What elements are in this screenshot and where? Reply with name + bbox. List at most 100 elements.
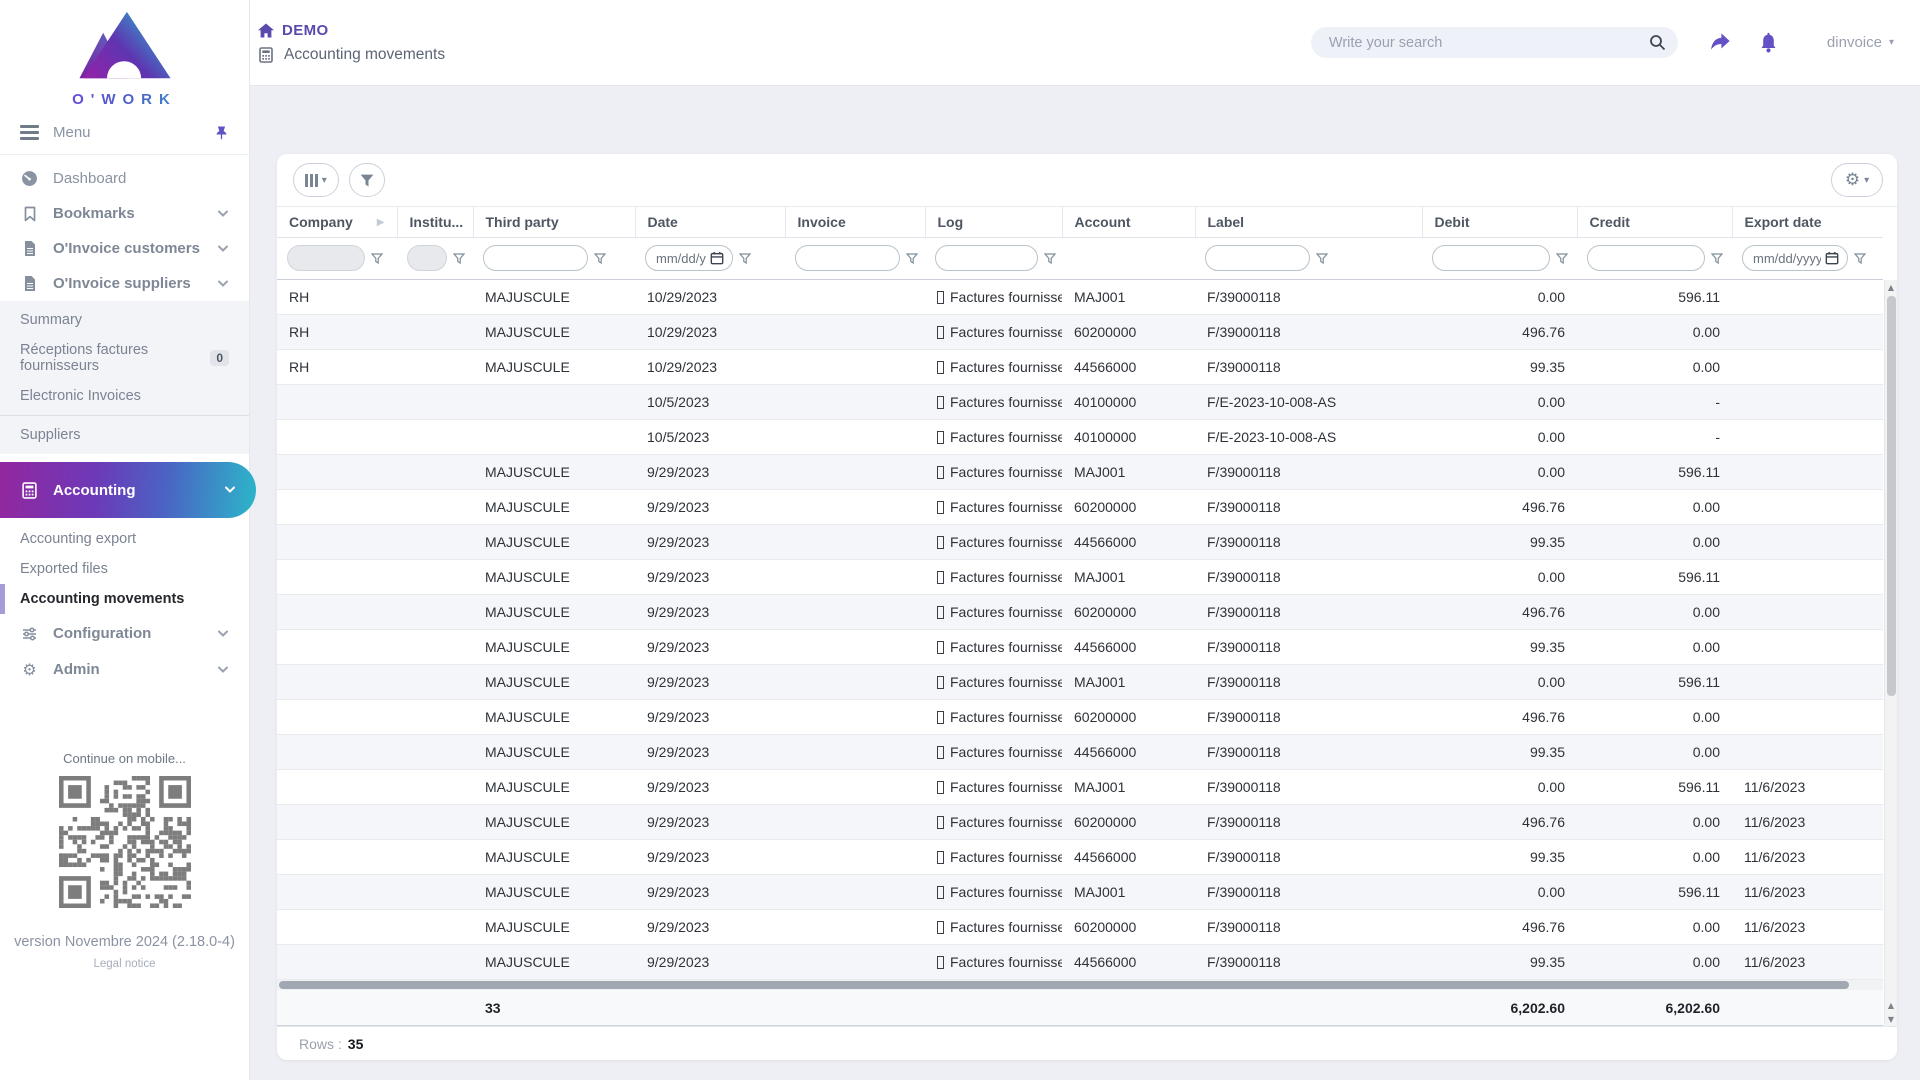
table-row[interactable]: MAJUSCULE9/29/2023Factures fournisseurs4…	[277, 839, 1883, 874]
pin-icon[interactable]	[214, 125, 229, 141]
brand-logo[interactable]: O'WORK	[0, 0, 249, 110]
horizontal-scrollbar[interactable]	[277, 980, 1883, 990]
table-row[interactable]: 10/5/2023Factures fournisseurs40100000F/…	[277, 384, 1883, 419]
funnel-icon[interactable]	[1044, 253, 1056, 264]
scroll-up-icon[interactable]: ▲	[1885, 998, 1898, 1012]
bell-icon[interactable]	[1758, 32, 1779, 54]
cell-invoice	[785, 874, 925, 909]
cell-institution	[397, 699, 473, 734]
table-row[interactable]: MAJUSCULE9/29/2023Factures fournisseurs6…	[277, 594, 1883, 629]
submenu-item-exported-files[interactable]: Exported files	[0, 554, 249, 584]
filter-input-log[interactable]	[935, 245, 1038, 271]
app-root: O'WORK Menu Dashboard	[0, 0, 1920, 1080]
scroll-down-icon[interactable]: ▼	[1885, 1012, 1898, 1026]
filter-input-debit[interactable]	[1432, 245, 1550, 271]
summary-log	[925, 990, 1062, 1026]
column-header-debit[interactable]: Debit	[1422, 207, 1577, 237]
table-row[interactable]: MAJUSCULE9/29/2023Factures fournisseurs6…	[277, 699, 1883, 734]
filter-date-input-date[interactable]	[645, 245, 733, 271]
column-header-invoice[interactable]: Invoice	[785, 207, 925, 237]
funnel-icon[interactable]	[739, 253, 751, 264]
table-row[interactable]: MAJUSCULE9/29/2023Factures fournisseurs4…	[277, 524, 1883, 559]
filter-button[interactable]	[349, 163, 385, 197]
accounting-submenu: Accounting export Exported files Account…	[0, 518, 249, 616]
grid-toolbar: ▾ ⚙ ▾	[277, 154, 1897, 207]
column-header-company[interactable]: Company▶	[277, 207, 397, 237]
column-header-account[interactable]: Account	[1062, 207, 1195, 237]
cell-label: F/39000118	[1195, 734, 1422, 769]
sidebar-item-dashboard[interactable]: Dashboard	[0, 161, 249, 196]
cell-invoice	[785, 839, 925, 874]
search-icon[interactable]	[1649, 34, 1666, 51]
header-row: Company▶Institu...Third partyDateInvoice…	[277, 207, 1883, 237]
sidebar-item-accounting[interactable]: Accounting	[0, 462, 256, 518]
hamburger-icon[interactable]	[20, 125, 39, 139]
sidebar-item-oinvoice-suppliers[interactable]: O'Invoice suppliers	[0, 266, 249, 301]
submenu-item-suppliers[interactable]: Suppliers	[0, 420, 249, 450]
column-header-label[interactable]: Label	[1195, 207, 1422, 237]
column-header-export_date[interactable]: Export date	[1732, 207, 1883, 237]
table-row[interactable]: MAJUSCULE9/29/2023Factures fournisseursM…	[277, 664, 1883, 699]
sidebar-item-bookmarks[interactable]: Bookmarks	[0, 196, 249, 231]
table-row[interactable]: 10/5/2023Factures fournisseurs40100000F/…	[277, 419, 1883, 454]
column-header-institution[interactable]: Institu...	[397, 207, 473, 237]
columns-button[interactable]: ▾	[293, 163, 339, 197]
grid-settings-button[interactable]: ⚙ ▾	[1831, 163, 1883, 197]
table-row[interactable]: RHMAJUSCULE10/29/2023Factures fournisseu…	[277, 349, 1883, 384]
table-row[interactable]: MAJUSCULE9/29/2023Factures fournisseurs6…	[277, 909, 1883, 944]
share-icon[interactable]	[1708, 32, 1732, 54]
table-row[interactable]: MAJUSCULE9/29/2023Factures fournisseursM…	[277, 769, 1883, 804]
bookmark-icon	[20, 206, 39, 222]
log-glyph-icon	[937, 886, 944, 899]
funnel-icon[interactable]	[371, 253, 383, 264]
funnel-icon[interactable]	[906, 253, 918, 264]
column-header-date[interactable]: Date	[635, 207, 785, 237]
table-row[interactable]: MAJUSCULE9/29/2023Factures fournisseurs6…	[277, 489, 1883, 524]
submenu-item-receptions[interactable]: Réceptions factures fournisseurs 0	[0, 335, 249, 381]
submenu-item-accounting-movements[interactable]: Accounting movements	[0, 584, 249, 614]
column-header-third_party[interactable]: Third party	[473, 207, 635, 237]
vertical-scrollbar[interactable]: ▲ ▲ ▼	[1884, 280, 1897, 1026]
cell-log: Factures fournisseurs	[925, 664, 1062, 699]
funnel-icon[interactable]	[594, 253, 606, 264]
table-row[interactable]: MAJUSCULE9/29/2023Factures fournisseurs4…	[277, 734, 1883, 769]
filter-input-credit[interactable]	[1587, 245, 1705, 271]
table-row[interactable]: RHMAJUSCULE10/29/2023Factures fournisseu…	[277, 279, 1883, 314]
table-row[interactable]: MAJUSCULE9/29/2023Factures fournisseursM…	[277, 559, 1883, 594]
submenu-item-electronic-invoices[interactable]: Electronic Invoices	[0, 381, 249, 411]
cell-credit: 596.11	[1577, 454, 1732, 489]
table-row[interactable]: MAJUSCULE9/29/2023Factures fournisseursM…	[277, 454, 1883, 489]
funnel-icon[interactable]	[1316, 253, 1328, 264]
submenu-item-accounting-export[interactable]: Accounting export	[0, 524, 249, 554]
table-row[interactable]: RHMAJUSCULE10/29/2023Factures fournisseu…	[277, 314, 1883, 349]
cell-invoice	[785, 734, 925, 769]
column-header-log[interactable]: Log	[925, 207, 1062, 237]
home-icon[interactable]	[258, 23, 274, 38]
table-row[interactable]: MAJUSCULE9/29/2023Factures fournisseursM…	[277, 874, 1883, 909]
scroll-up-icon[interactable]: ▲	[1885, 280, 1898, 294]
filter-input-label[interactable]	[1205, 245, 1310, 271]
table-row[interactable]: MAJUSCULE9/29/2023Factures fournisseurs4…	[277, 629, 1883, 664]
table-row[interactable]: MAJUSCULE9/29/2023Factures fournisseurs6…	[277, 804, 1883, 839]
user-menu[interactable]: dinvoice ▾	[1827, 34, 1894, 51]
log-glyph-icon	[937, 921, 944, 934]
horizontal-scroll-thumb[interactable]	[279, 981, 1849, 989]
vertical-scroll-thumb[interactable]	[1887, 296, 1896, 696]
column-header-credit[interactable]: Credit	[1577, 207, 1732, 237]
breadcrumb-app[interactable]: DEMO	[282, 22, 329, 39]
filter-input-third_party[interactable]	[483, 245, 588, 271]
legal-notice-link[interactable]: Legal notice	[0, 958, 249, 970]
sidebar-item-configuration[interactable]: Configuration	[0, 616, 249, 651]
funnel-icon[interactable]	[1711, 253, 1723, 264]
filter-date-input-export_date[interactable]	[1742, 245, 1848, 271]
cell-label: F/E-2023-10-008-AS	[1195, 419, 1422, 454]
sidebar-item-admin[interactable]: ⚙ Admin	[0, 651, 249, 688]
sidebar-item-oinvoice-customers[interactable]: O'Invoice customers	[0, 231, 249, 266]
funnel-icon[interactable]	[1854, 253, 1866, 264]
filter-input-invoice[interactable]	[795, 245, 900, 271]
funnel-icon[interactable]	[1556, 253, 1568, 264]
table-row[interactable]: MAJUSCULE9/29/2023Factures fournisseurs4…	[277, 944, 1883, 979]
funnel-icon[interactable]	[453, 253, 465, 264]
submenu-item-summary[interactable]: Summary	[0, 305, 249, 335]
search-input[interactable]	[1329, 35, 1649, 51]
